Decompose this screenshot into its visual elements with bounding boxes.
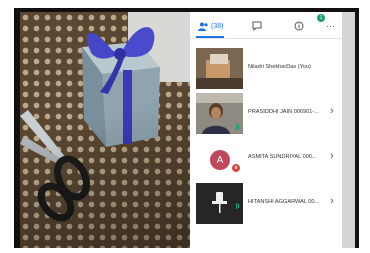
participant-avatar-tile: A xyxy=(196,138,243,179)
people-icon xyxy=(198,22,208,31)
scrollbar[interactable] xyxy=(342,12,355,248)
info-icon xyxy=(294,21,304,31)
participant-row[interactable]: PRASIDDHI JAIN 006901-... › xyxy=(190,91,342,136)
vignette xyxy=(20,12,190,248)
participant-video-tile xyxy=(196,93,243,134)
main-video[interactable] xyxy=(20,12,190,248)
participant-row[interactable]: A ASMITA SUNDRIYAL 006... › xyxy=(190,136,342,181)
participant-video-tile xyxy=(196,48,243,89)
participant-row[interactable]: HITANSHI AGGARWAL 00... › xyxy=(190,181,342,226)
tab-chat[interactable]: 1 xyxy=(252,14,325,36)
participant-name: HITANSHI AGGARWAL 00... xyxy=(248,199,320,205)
participant-name: ASMITA SUNDRIYAL 006... xyxy=(248,154,317,160)
webcam-feed xyxy=(196,48,243,89)
participants-panel: (38) 1 ⋯ Niladri ShekharDas (You) PRASID… xyxy=(190,12,342,248)
chat-icon xyxy=(252,21,262,31)
participant-name: PRASIDDHI JAIN 006901-... xyxy=(248,109,319,115)
chevron-right-icon[interactable]: › xyxy=(330,105,334,117)
participant-row[interactable]: Niladri ShekharDas (You) xyxy=(190,46,342,91)
tab-info[interactable] xyxy=(294,16,304,36)
mic-active-icon xyxy=(236,124,240,130)
participant-count: (38) xyxy=(211,22,224,30)
chevron-right-icon[interactable]: › xyxy=(330,150,334,162)
chat-unread-badge: 1 xyxy=(317,14,325,22)
more-icon: ⋯ xyxy=(326,20,335,31)
chevron-right-icon[interactable]: › xyxy=(330,195,334,207)
mic-muted-icon xyxy=(232,164,240,172)
tab-participants[interactable]: (38) xyxy=(198,16,223,36)
panel-tabs: (38) 1 ⋯ xyxy=(190,12,342,39)
active-tab-indicator xyxy=(196,36,224,38)
avatar: A xyxy=(210,150,230,170)
participant-name: Niladri ShekharDas (You) xyxy=(248,64,311,70)
participant-video-tile xyxy=(196,183,243,224)
more-options-button[interactable]: ⋯ xyxy=(326,16,335,36)
mic-active-icon xyxy=(236,203,240,209)
